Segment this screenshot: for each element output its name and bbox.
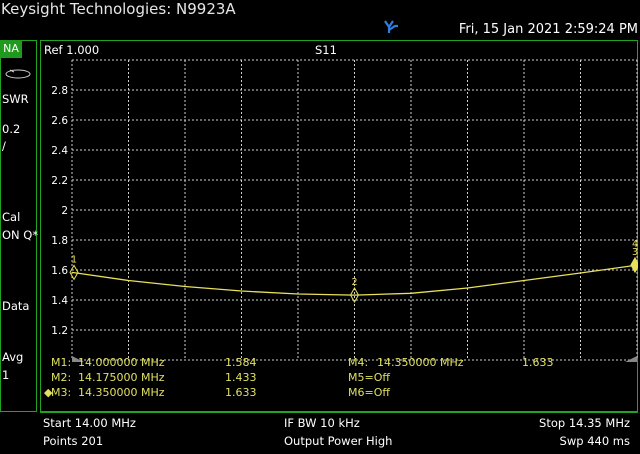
- y-tick-label: 2.4: [51, 145, 68, 157]
- output-power[interactable]: Output Power High: [284, 434, 392, 448]
- marker-3-value: 1.633: [225, 386, 257, 399]
- marker-4-label: 4: [632, 239, 638, 250]
- scale-value: 0.2: [2, 122, 21, 136]
- marker-2-label: 2: [351, 277, 357, 288]
- points-count[interactable]: Points 201: [43, 434, 103, 448]
- marker-2-frequency: 14.175000 MHz: [78, 371, 165, 384]
- mode-badge[interactable]: NA: [0, 40, 22, 58]
- reference-label: Ref 1.000: [44, 43, 100, 57]
- sweep-settings-bar: Start 14.00 MHz IF BW 10 kHz Stop 14.35 …: [40, 412, 638, 454]
- format-label: SWR: [2, 92, 29, 106]
- y-tick-label: 1.8: [51, 235, 68, 247]
- marker-3-frequency: 14.350000 MHz: [78, 386, 165, 399]
- cal-state: ON Q*: [2, 228, 39, 242]
- sweep-time[interactable]: Swp 440 ms: [560, 434, 630, 448]
- start-frequency[interactable]: Start 14.00 MHz: [43, 416, 136, 430]
- cal-label: Cal: [2, 210, 21, 224]
- measurement-label: S11: [315, 43, 337, 57]
- if-bandwidth[interactable]: IF BW 10 kHz: [284, 416, 360, 430]
- marker-1-value: 1.584: [225, 356, 257, 369]
- avg-label: Avg: [2, 350, 24, 364]
- marker-5-status: M5=Off: [348, 371, 390, 384]
- marker-3-label: M3:: [51, 386, 72, 399]
- marker-1-label: M1:: [51, 356, 72, 369]
- marker-6-status: M6=Off: [348, 386, 390, 399]
- marker-4-label: M4:: [348, 356, 369, 369]
- y-tick-label: 2.2: [51, 175, 68, 187]
- data-label: Data: [2, 299, 30, 313]
- marker-2-value: 1.433: [225, 371, 257, 384]
- y-tick-label: 2.6: [51, 115, 68, 127]
- scale-unit: /: [2, 139, 6, 153]
- marker-1-frequency: 14.000000 MHz: [78, 356, 165, 369]
- trace-arrow-icon: [5, 69, 31, 79]
- y-tick-label: 1.6: [51, 265, 68, 277]
- y-tick-label: 2.8: [51, 85, 68, 97]
- date-time: Fri, 15 Jan 2021 2:59:24 PM: [458, 22, 638, 37]
- y-tick-label: 1.4: [51, 295, 68, 307]
- marker-4-frequency: 14.350000 MHz: [377, 356, 464, 369]
- avg-count: 1: [2, 368, 10, 382]
- marker-4-value: 1.633: [522, 356, 554, 369]
- y-tick-label: 2: [61, 205, 68, 217]
- usb-icon: [384, 20, 398, 33]
- y-tick-label: 1.2: [51, 325, 68, 337]
- marker-1-label: 1: [71, 254, 77, 265]
- marker-2-label: M2:: [51, 371, 72, 384]
- marker-table: M1: 14.000000 MHz 1.584 M2: 14.175000 MH…: [40, 353, 638, 410]
- window-title: Keysight Technologies: N9923A: [1, 0, 236, 18]
- stop-frequency[interactable]: Stop 14.35 MHz: [539, 416, 630, 430]
